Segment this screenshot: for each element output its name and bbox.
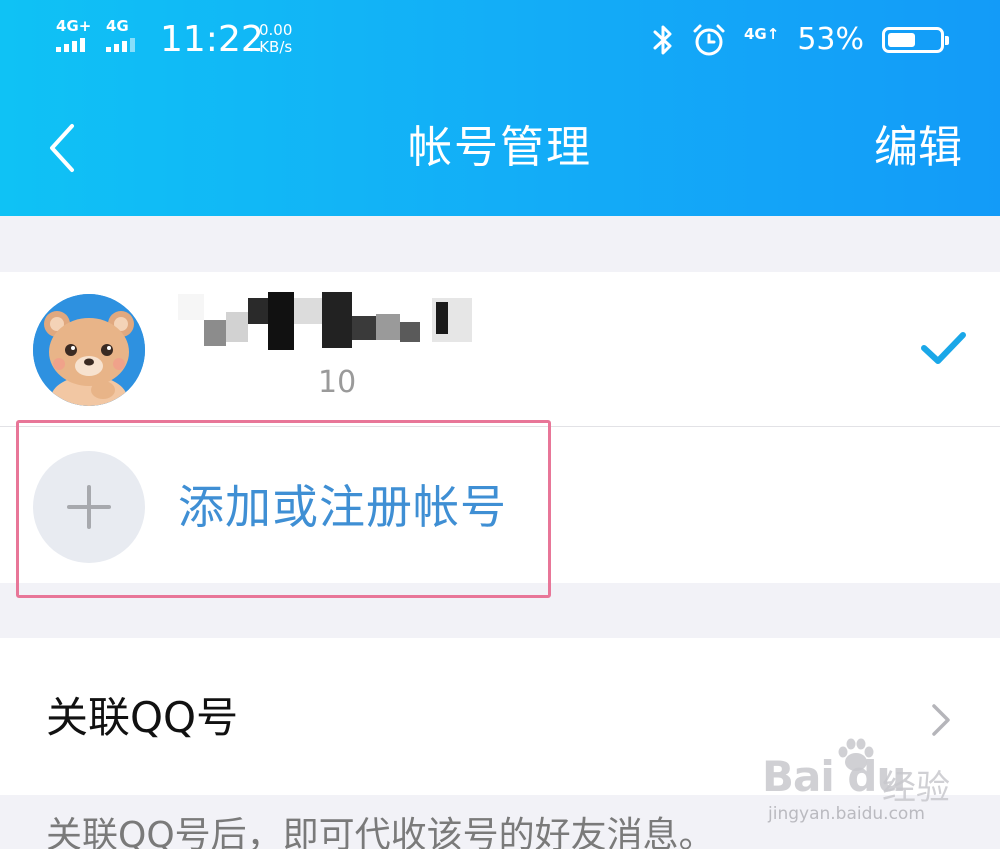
battery-percent: 53% [797,22,864,57]
check-icon [921,332,966,364]
account-row[interactable]: 10 [0,272,1000,426]
net-speed: 0.00 KB/s [259,22,292,56]
sim2-signal-icon: 4G [106,18,152,54]
net-speed-value: 0.00 [259,21,293,39]
avatar [33,294,145,406]
status-bar: 4G+ 4G 11:22 0.00 KB/s 4G↑ 53% [0,0,1000,80]
watermark-url: jingyan.baidu.com [768,804,925,824]
bluetooth-icon [653,25,672,55]
app-header: 4G+ 4G 11:22 0.00 KB/s 4G↑ 53% 帐号管理 编辑 [0,0,1000,216]
highlight-box [16,420,551,598]
baidu-watermark: Bai du 经验 jingyan.baidu.com [762,738,962,828]
username-obscured [178,292,472,350]
clock: 11:22 [160,19,264,60]
watermark-cn: 经验 [882,768,950,808]
battery-icon [882,27,949,53]
linked-qq-label: 关联QQ号 [46,693,239,742]
page-title: 帐号管理 [408,122,592,173]
linked-qq-hint: 关联QQ号后，即可代收该号的好友消息。 [46,815,715,849]
mobile-data-indicator: 4G↑ [743,25,780,43]
status-icons: 4G↑ 53% [652,18,949,62]
net-speed-unit: KB/s [259,38,293,56]
sim1-signal-icon: 4G+ [56,18,102,54]
battery-fill [888,33,915,47]
sim2-label: 4G [106,17,129,35]
account-id: 10 [318,365,357,400]
chevron-right-icon [932,704,950,736]
mobile-data-label: 4G [743,25,767,43]
edit-button[interactable]: 编辑 [874,118,962,178]
bear-avatar-icon [33,294,145,406]
alarm-clock-icon [693,24,725,56]
sim1-label: 4G+ [56,17,92,35]
